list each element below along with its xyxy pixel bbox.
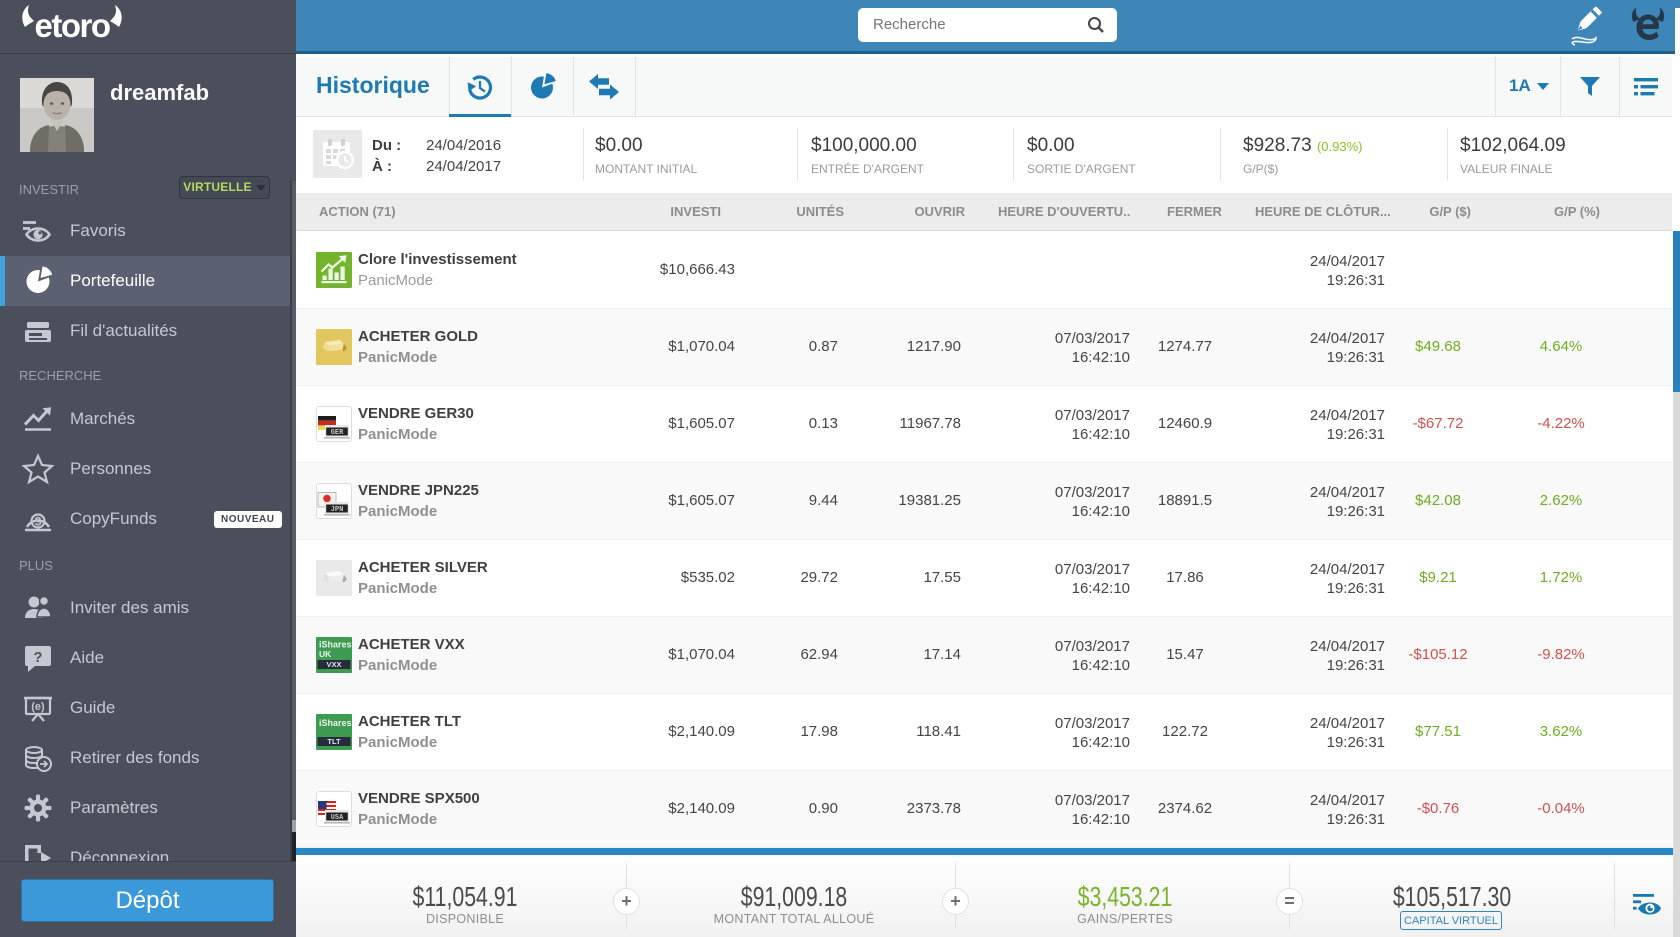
- svg-text:GER: GER: [331, 429, 344, 437]
- svg-text:?: ?: [33, 649, 42, 666]
- svg-text:iShares: iShares: [319, 718, 352, 728]
- svg-text:etoro: etoro: [35, 7, 110, 40]
- svg-text:(e): (e): [31, 701, 45, 713]
- svg-text:JPN: JPN: [331, 506, 344, 514]
- svg-text:iShares: iShares: [319, 640, 352, 650]
- svg-text:USA: USA: [331, 814, 344, 822]
- svg-text:$: $: [35, 515, 42, 529]
- svg-text:UK: UK: [319, 649, 332, 659]
- svg-text:TLT: TLT: [327, 737, 341, 746]
- svg-text:VXX: VXX: [326, 660, 341, 669]
